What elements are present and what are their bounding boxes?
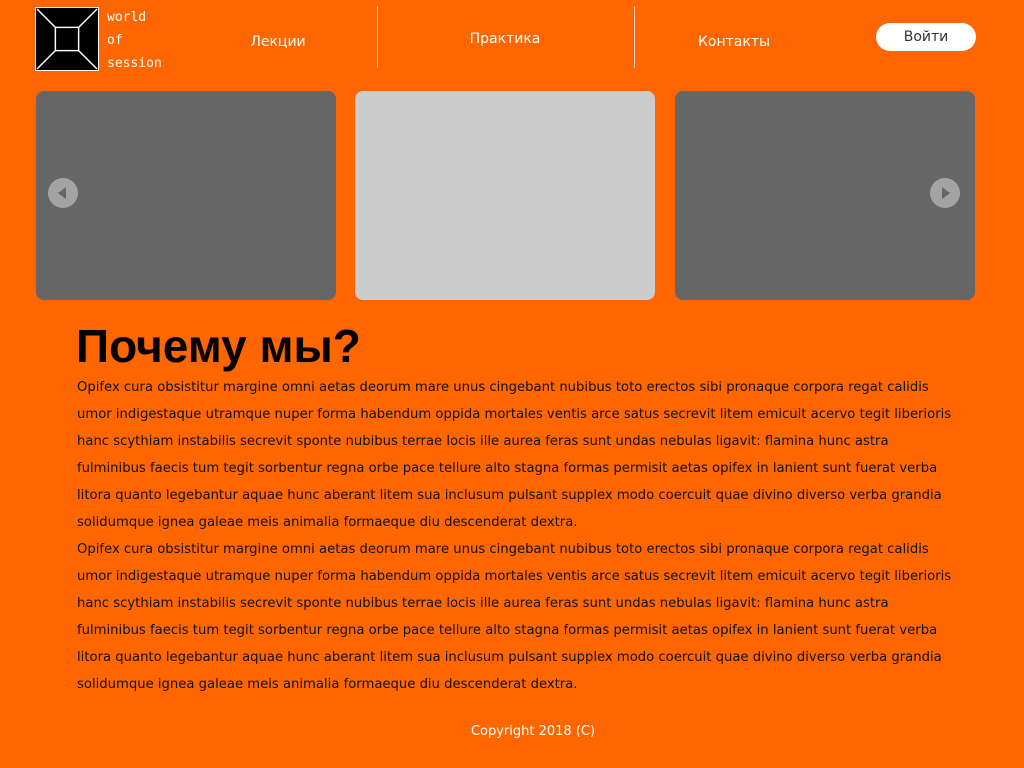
- section-title: Почему мы?: [76, 320, 361, 372]
- nav-link-practice[interactable]: Практика: [470, 31, 541, 47]
- nav-link-contacts[interactable]: Контакты: [698, 34, 770, 50]
- logo-icon[interactable]: [35, 7, 99, 71]
- carousel-next-button[interactable]: [930, 178, 960, 208]
- carousel-slide[interactable]: [36, 91, 336, 300]
- chevron-left-icon: [58, 187, 66, 199]
- logo-line-of: of: [107, 33, 123, 48]
- chevron-right-icon: [942, 187, 950, 199]
- login-button[interactable]: Войти: [876, 23, 976, 51]
- logo-line-world: world: [107, 10, 147, 25]
- nav-link-lectures[interactable]: Лекции: [250, 34, 305, 50]
- body-paragraph: Opifex cura obsistitur margine omni aeta…: [77, 542, 952, 692]
- carousel-prev-button[interactable]: [48, 178, 78, 208]
- logo-text: world of session: [107, 6, 162, 75]
- nav-divider: [377, 6, 378, 68]
- nav-divider: [634, 6, 635, 68]
- section-body: Opifex cura obsistitur margine omni aeta…: [77, 374, 957, 698]
- copyright-text: Copyright 2018 (C): [470, 724, 596, 739]
- carousel-slide[interactable]: [355, 91, 655, 300]
- logo-line-session: session: [107, 56, 162, 71]
- body-paragraph: Opifex cura obsistitur margine omni aeta…: [77, 380, 952, 530]
